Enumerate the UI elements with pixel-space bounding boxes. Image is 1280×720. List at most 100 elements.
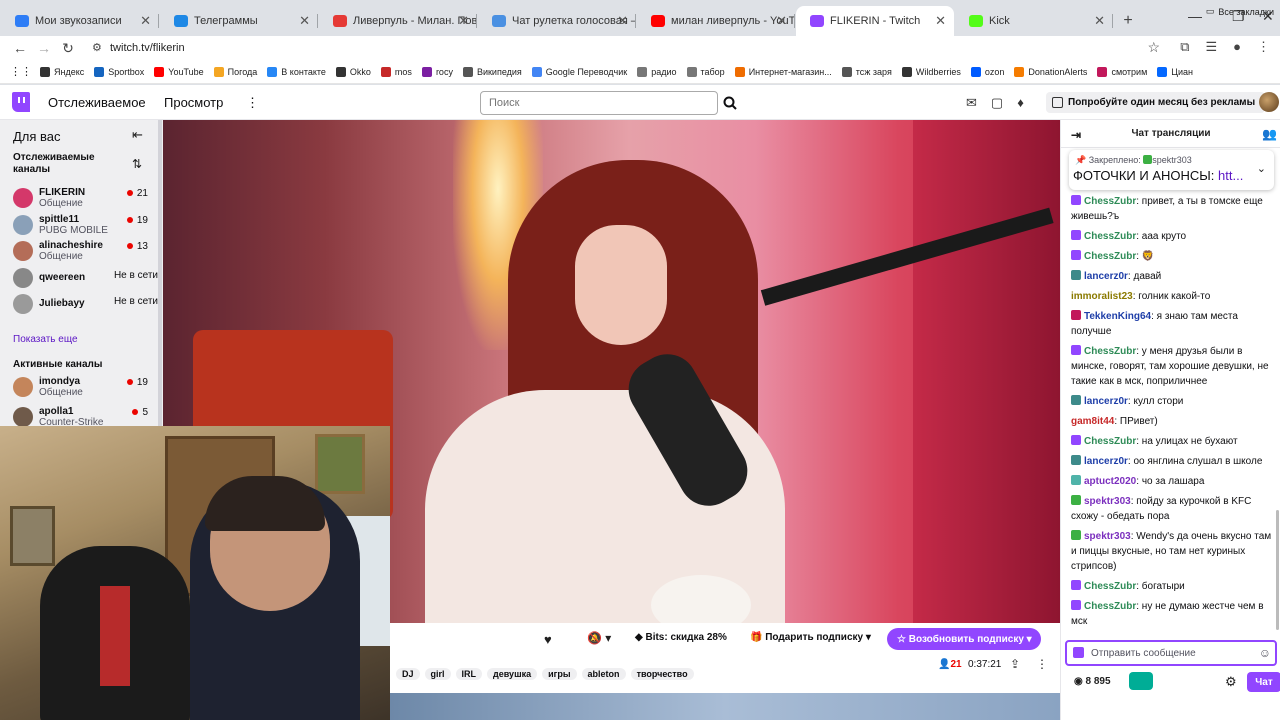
chat-username[interactable]: aptuct2020: [1084, 476, 1136, 487]
chat-username[interactable]: immoralist23: [1071, 291, 1133, 302]
chat-badge-icon[interactable]: [1071, 230, 1081, 240]
chat-username[interactable]: ChessZubr: [1084, 346, 1136, 357]
share-icon[interactable]: ⇪: [1010, 657, 1020, 671]
bookmark-item[interactable]: Яндекс: [40, 66, 84, 77]
search-button[interactable]: [718, 91, 742, 115]
minimize-icon[interactable]: —: [1188, 8, 1202, 24]
bookmark-item[interactable]: Циан: [1157, 66, 1193, 77]
browser-tab[interactable]: Kick ✕: [955, 6, 1113, 36]
bookmark-item[interactable]: Okko: [335, 66, 371, 77]
sidebar-channel-qweereen[interactable]: qweereen Не в сети: [13, 265, 158, 291]
chat-badge-icon[interactable]: [1071, 455, 1081, 465]
chat-badge-icon[interactable]: [1071, 600, 1081, 610]
notifications-off-icon[interactable]: 🔕 ▾: [587, 631, 611, 645]
bits-button[interactable]: ◆ Bits: скидка 28%: [635, 632, 727, 643]
close-tab-icon[interactable]: ✕: [776, 13, 787, 29]
chat-badge-icon[interactable]: [1071, 250, 1081, 260]
all-bookmarks[interactable]: ▭ Все закладки: [1206, 6, 1274, 17]
chat-badge-icon[interactable]: [1071, 580, 1081, 590]
bookmark-item[interactable]: Интернет-магазин...: [734, 66, 832, 77]
emoji-icon[interactable]: ☺: [1259, 646, 1271, 660]
claim-points-button[interactable]: [1129, 672, 1153, 690]
chat-username[interactable]: lancerz0r: [1084, 396, 1128, 407]
chat-username[interactable]: spektr303: [1084, 531, 1131, 542]
search-input[interactable]: [480, 91, 718, 115]
bookmark-item[interactable]: табор: [686, 66, 725, 77]
nav-browse[interactable]: Просмотр: [164, 95, 223, 110]
new-tab-icon[interactable]: +: [1113, 6, 1143, 36]
menu-icon[interactable]: ⋮: [1257, 39, 1270, 55]
bookmark-item[interactable]: Погода: [213, 66, 257, 77]
close-tab-icon[interactable]: ✕: [458, 13, 469, 29]
bookmark-item[interactable]: смотрим: [1097, 66, 1147, 77]
stream-tag[interactable]: DJ: [396, 668, 420, 680]
close-tab-icon[interactable]: ✕: [617, 13, 628, 29]
crown-icon[interactable]: ♦: [1017, 95, 1024, 111]
pinned-message[interactable]: 📌 Закреплено: spektr303 ФОТОЧКИ И АНОНСЫ…: [1069, 150, 1274, 190]
apps-grid-icon[interactable]: ⋮⋮: [10, 65, 32, 78]
close-tab-icon[interactable]: ✕: [1094, 13, 1105, 29]
more-options-icon[interactable]: ⋮: [1036, 657, 1048, 671]
stream-tag[interactable]: девушка: [487, 668, 538, 680]
sidebar-channel-spittle11[interactable]: spittle11 PUBG MOBILE 19: [13, 212, 148, 238]
bookmark-star-icon[interactable]: ☆: [1147, 39, 1160, 56]
chat-badge-icon[interactable]: [1071, 345, 1081, 355]
chat-username[interactable]: spektr303: [1084, 496, 1131, 507]
sidebar-channel-flikerin[interactable]: FLIKERIN Общение 21: [13, 185, 148, 211]
chat-username[interactable]: ChessZubr: [1084, 436, 1136, 447]
stream-tag[interactable]: IRL: [455, 668, 483, 680]
sidebar-scrollbar[interactable]: [158, 120, 162, 426]
user-avatar[interactable]: [1259, 92, 1279, 112]
reload-icon[interactable]: ↻: [56, 40, 80, 57]
show-more-link[interactable]: Показать еще: [13, 334, 78, 345]
chat-badge-icon[interactable]: [1071, 435, 1081, 445]
bookmark-item[interactable]: Википедия: [462, 66, 522, 77]
chat-send-button[interactable]: Чат: [1247, 672, 1280, 692]
gift-sub-button[interactable]: 🎁 Подарить подписку ▾: [750, 632, 871, 643]
sidebar-channel-imondya[interactable]: imondya Общение 19: [13, 374, 148, 400]
bookmark-item[interactable]: YouTube: [154, 66, 204, 77]
sidebar-channel-juliebayy[interactable]: Juliebayy Не в сети: [13, 291, 158, 317]
chat-badge-icon[interactable]: [1071, 475, 1081, 485]
chat-settings-icon[interactable]: ⚙: [1225, 674, 1237, 690]
chat-badge-icon[interactable]: [1071, 195, 1081, 205]
stream-tag[interactable]: girl: [424, 668, 451, 680]
stream-tag[interactable]: игры: [542, 668, 577, 680]
extensions-icon[interactable]: ⧉: [1180, 39, 1189, 55]
chat-username[interactable]: lancerz0r: [1084, 456, 1128, 467]
sidebar-channel-alinacheshire[interactable]: alinacheshire Общение 13: [13, 238, 148, 264]
chat-input[interactable]: Отправить сообщение ☺: [1065, 640, 1277, 666]
chevron-down-icon[interactable]: ⌄: [1257, 162, 1266, 175]
close-tab-icon[interactable]: ✕: [140, 13, 151, 29]
site-info-icon[interactable]: ⚙: [92, 41, 102, 54]
bookmark-item[interactable]: В контакте: [267, 66, 326, 77]
chat-badge-icon[interactable]: [1071, 395, 1081, 405]
forward-icon[interactable]: →: [32, 40, 56, 56]
reading-list-icon[interactable]: ☰: [1205, 39, 1217, 55]
url-field[interactable]: ⚙ twitch.tv/flikerin ☆: [88, 38, 1164, 58]
close-tab-icon[interactable]: ✕: [299, 13, 310, 29]
browser-tab[interactable]: милан ливерпуль - YouTube✕: [637, 6, 795, 36]
ad-free-promo-button[interactable]: Попробуйте один месяц без рекламы: [1046, 92, 1266, 113]
follow-heart-icon[interactable]: ♥: [544, 632, 552, 647]
stream-tag[interactable]: творчество: [630, 668, 694, 680]
close-tab-icon[interactable]: ✕: [935, 13, 946, 29]
browser-tab[interactable]: Чат рулетка голосовая — Net✕: [478, 6, 636, 36]
bookmark-item[interactable]: Google Переводчик: [531, 66, 627, 77]
bookmark-item[interactable]: радио: [637, 66, 677, 77]
chat-badge-icon[interactable]: [1071, 270, 1081, 280]
bookmark-item[interactable]: Wildberries: [901, 66, 961, 77]
chat-badge-icon[interactable]: [1071, 495, 1081, 505]
users-icon[interactable]: 👥: [1262, 127, 1277, 141]
bookmark-item[interactable]: Sportbox: [94, 66, 144, 77]
inbox-icon[interactable]: ✉: [966, 95, 977, 111]
bookmark-item[interactable]: rocy: [421, 66, 453, 77]
chat-username[interactable]: ChessZubr: [1084, 231, 1136, 242]
chat-username[interactable]: ChessZubr: [1084, 251, 1136, 262]
twitch-logo-icon[interactable]: [12, 92, 30, 112]
chat-badge-icon[interactable]: [1071, 310, 1081, 320]
stream-tag[interactable]: ableton: [581, 668, 626, 680]
bookmark-item[interactable]: тсж заря: [841, 66, 892, 77]
pinned-link[interactable]: htt...: [1218, 168, 1243, 183]
bookmark-item[interactable]: DonationAlerts: [1014, 66, 1087, 77]
